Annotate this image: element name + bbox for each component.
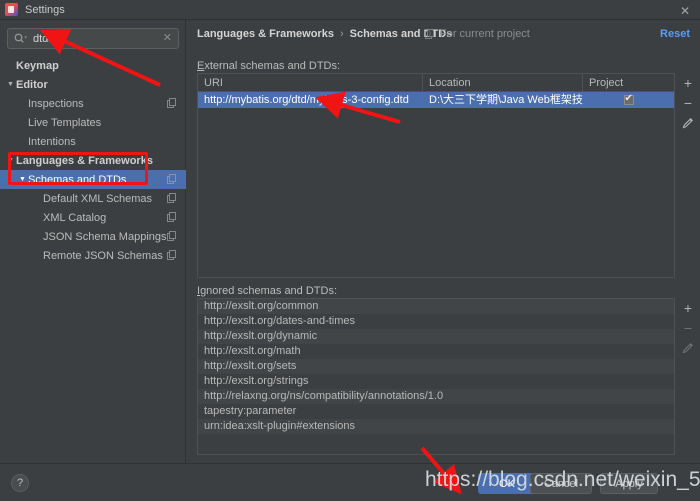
breadcrumb: Languages & Frameworks › Schemas and DTD… [197,28,452,40]
clear-icon[interactable]: ✕ [163,33,172,44]
ignored-schemas-label-rest: gnored schemas and DTDs: [200,285,338,297]
project-scope-icon [167,174,177,185]
breadcrumb-parent[interactable]: Languages & Frameworks [197,28,334,40]
external-schemas-label-rest: xternal schemas and DTDs: [204,60,341,72]
settings-dialog: Settings ✕ dtds ✕ Keymap ▼ Editor Inspectio… [0,0,700,501]
table-header-row: URI Location Project [198,73,674,92]
list-item[interactable]: http://exslt.org/dynamic [198,329,674,344]
project-scope-icon [167,98,177,109]
project-scope-icon [425,28,435,40]
reset-link[interactable]: Reset [660,28,690,40]
sidebar-item-languages-frameworks[interactable]: ▼ Languages & Frameworks [0,151,186,170]
watermark-text: https://blog.csdn.net/weixin_53696057 [425,468,700,491]
external-schemas-table[interactable]: URI Location Project http://mybatis.org/dt… [197,73,675,278]
sidebar-item-label: Keymap [16,59,59,72]
edit-icon[interactable] [678,113,698,133]
ignored-schemas-list[interactable]: http://exslt.org/common http://exslt.org/… [197,298,675,455]
remove-icon: − [683,320,693,336]
sidebar-item-label: Inspections [28,97,84,110]
ignored-schemas-label: Ignored schemas and DTDs: [197,285,337,297]
project-scope-icon [167,250,177,261]
sidebar-item-editor[interactable]: ▼ Editor [0,75,186,94]
edit-icon [678,338,698,358]
project-scope-label: For current project [425,28,530,40]
chevron-down-icon[interactable]: ▼ [17,176,28,183]
cell-project-checkbox[interactable] [583,92,674,108]
list-item[interactable]: http://exslt.org/dates-and-times [198,314,674,329]
column-header-project[interactable]: Project [583,74,674,92]
list-item[interactable]: http://relaxng.org/ns/compatibility/anno… [198,389,674,404]
project-scope-icon [167,212,177,223]
sidebar-item-json-schema-mappings[interactable]: JSON Schema Mappings [0,227,186,246]
search-icon [14,33,27,44]
sidebar-item-label: Languages & Frameworks [16,154,153,167]
sidebar-item-label: XML Catalog [43,211,107,224]
sidebar-item-inspections[interactable]: Inspections [0,94,186,113]
list-item[interactable]: tapestry:parameter [198,404,674,419]
sidebar-item-schemas-and-dtds[interactable]: ▼ Schemas and DTDs [0,170,186,189]
list-item[interactable]: http://exslt.org/common [198,299,674,314]
search-input[interactable]: dtds [33,33,163,45]
close-icon[interactable]: ✕ [678,4,692,18]
settings-tree: Keymap ▼ Editor Inspections Live Templates In… [0,56,186,265]
project-scope-icon [167,193,177,204]
intellij-idea-icon [5,3,18,16]
project-scope-icon [167,231,177,242]
remove-icon[interactable]: − [678,93,698,113]
search-box[interactable]: dtds ✕ [7,28,179,49]
sidebar-item-default-xml-schemas[interactable]: Default XML Schemas [0,189,186,208]
column-header-uri[interactable]: URI [198,73,423,92]
sidebar-item-live-templates[interactable]: Live Templates [0,113,186,132]
breadcrumb-separator: › [339,28,344,40]
sidebar-item-xml-catalog[interactable]: XML Catalog [0,208,186,227]
window-title: Settings [25,3,65,16]
ignored-list-body: http://exslt.org/common http://exslt.org/… [198,299,674,434]
table-body: http://mybatis.org/dtd/mybatis-3-config.… [198,92,674,108]
sidebar-item-label: Editor [16,78,48,91]
sidebar-item-intentions[interactable]: Intentions [0,132,186,151]
add-icon[interactable]: + [678,298,698,318]
cell-location: D:\大三下学期\Java Web框架技术\mybatis-3-config..… [429,94,583,106]
ignored-schemas-toolbar: + − [677,298,699,358]
sidebar-item-label: Remote JSON Schemas [43,249,163,262]
sidebar-item-label: Default XML Schemas [43,192,153,205]
sidebar-item-remote-json-schemas[interactable]: Remote JSON Schemas [0,246,186,265]
project-scope-text: For current project [440,28,530,40]
sidebar-item-label: Schemas and DTDs [28,173,127,186]
external-schemas-toolbar: + − [677,73,699,133]
list-item[interactable]: http://exslt.org/sets [198,359,674,374]
sidebar-item-label: JSON Schema Mappings [43,230,167,243]
external-schemas-label: External schemas and DTDs: [197,60,340,72]
project-checkbox[interactable] [623,93,634,105]
add-icon[interactable]: + [678,73,698,93]
list-item[interactable]: http://exslt.org/math [198,344,674,359]
chevron-down-icon[interactable]: ▼ [5,157,16,164]
chevron-down-icon[interactable]: ▼ [5,81,16,88]
table-row[interactable]: http://mybatis.org/dtd/mybatis-3-config.… [198,92,674,108]
sidebar-item-label: Live Templates [28,116,102,129]
list-item[interactable]: http://exslt.org/strings [198,374,674,389]
title-bar: Settings ✕ [0,0,700,20]
settings-sidebar: dtds ✕ Keymap ▼ Editor Inspections Live Temp… [0,20,186,463]
cell-uri: http://mybatis.org/dtd/mybatis-3-config.… [204,94,409,106]
list-item[interactable]: urn:idea:xslt-plugin#extensions [198,419,674,434]
settings-content: Languages & Frameworks › Schemas and DTD… [187,20,700,463]
sidebar-item-keymap[interactable]: Keymap [0,56,186,75]
help-button[interactable]: ? [11,474,29,492]
column-header-location[interactable]: Location [423,73,583,92]
sidebar-item-label: Intentions [28,135,76,148]
